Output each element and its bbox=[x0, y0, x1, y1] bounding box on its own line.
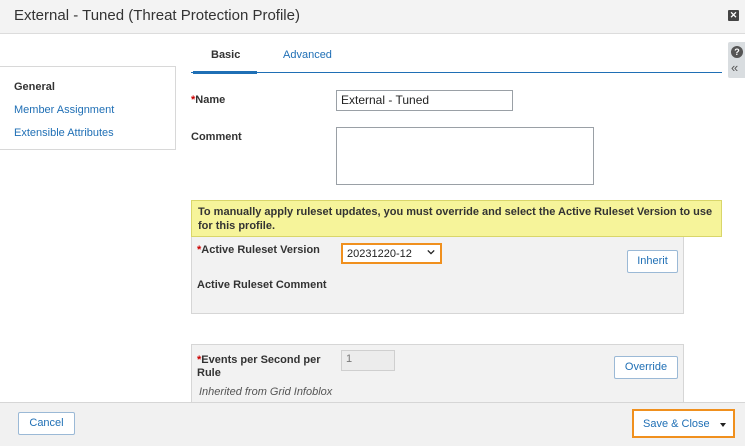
active-ruleset-comment-label: Active Ruleset Comment bbox=[197, 279, 327, 291]
save-close-label: Save & Close bbox=[643, 418, 710, 430]
chevron-down-icon bbox=[427, 249, 435, 255]
collapse-icon[interactable]: « bbox=[731, 61, 738, 75]
active-ruleset-value: 20231220-12 bbox=[347, 248, 412, 260]
comment-label: Comment bbox=[191, 131, 242, 143]
dialog-footer: Cancel Save & Close bbox=[0, 402, 745, 446]
dialog-title: External - Tuned (Threat Protection Prof… bbox=[14, 7, 300, 24]
inherit-button[interactable]: Inherit bbox=[627, 250, 678, 273]
help-icon[interactable]: ? bbox=[731, 46, 743, 58]
active-ruleset-label: *Active Ruleset Version bbox=[197, 244, 320, 256]
sidebar-item-general[interactable]: General bbox=[14, 81, 55, 93]
inherited-note: Inherited from Grid Infoblox bbox=[199, 386, 333, 398]
sidebar-item-member-assignment[interactable]: Member Assignment bbox=[14, 104, 114, 116]
ruleset-warning: To manually apply ruleset updates, you m… bbox=[191, 200, 722, 237]
cancel-button[interactable]: Cancel bbox=[18, 412, 75, 435]
tab-advanced[interactable]: Advanced bbox=[283, 49, 332, 61]
override-button[interactable]: Override bbox=[614, 356, 678, 379]
save-close-button[interactable]: Save & Close bbox=[632, 409, 735, 438]
tab-basic[interactable]: Basic bbox=[211, 49, 240, 61]
dialog-titlebar: External - Tuned (Threat Protection Prof… bbox=[0, 0, 745, 34]
tab-active-indicator bbox=[193, 71, 257, 74]
help-panel: ? « bbox=[728, 42, 745, 78]
tab-divider bbox=[191, 72, 722, 73]
sidebar-item-extensible-attributes[interactable]: Extensible Attributes bbox=[14, 127, 114, 139]
eps-input[interactable]: 1 bbox=[341, 350, 395, 371]
name-input[interactable]: External - Tuned bbox=[336, 90, 513, 111]
name-label: *Name bbox=[191, 94, 226, 106]
comment-textarea[interactable] bbox=[336, 127, 594, 185]
close-icon[interactable]: ✕ bbox=[728, 10, 739, 21]
sidebar-nav: General Member Assignment Extensible Att… bbox=[0, 66, 176, 150]
eps-label: *Events per Second per Rule bbox=[197, 354, 321, 379]
active-ruleset-select[interactable]: 20231220-12 bbox=[341, 243, 442, 264]
caret-down-icon[interactable] bbox=[720, 423, 726, 427]
